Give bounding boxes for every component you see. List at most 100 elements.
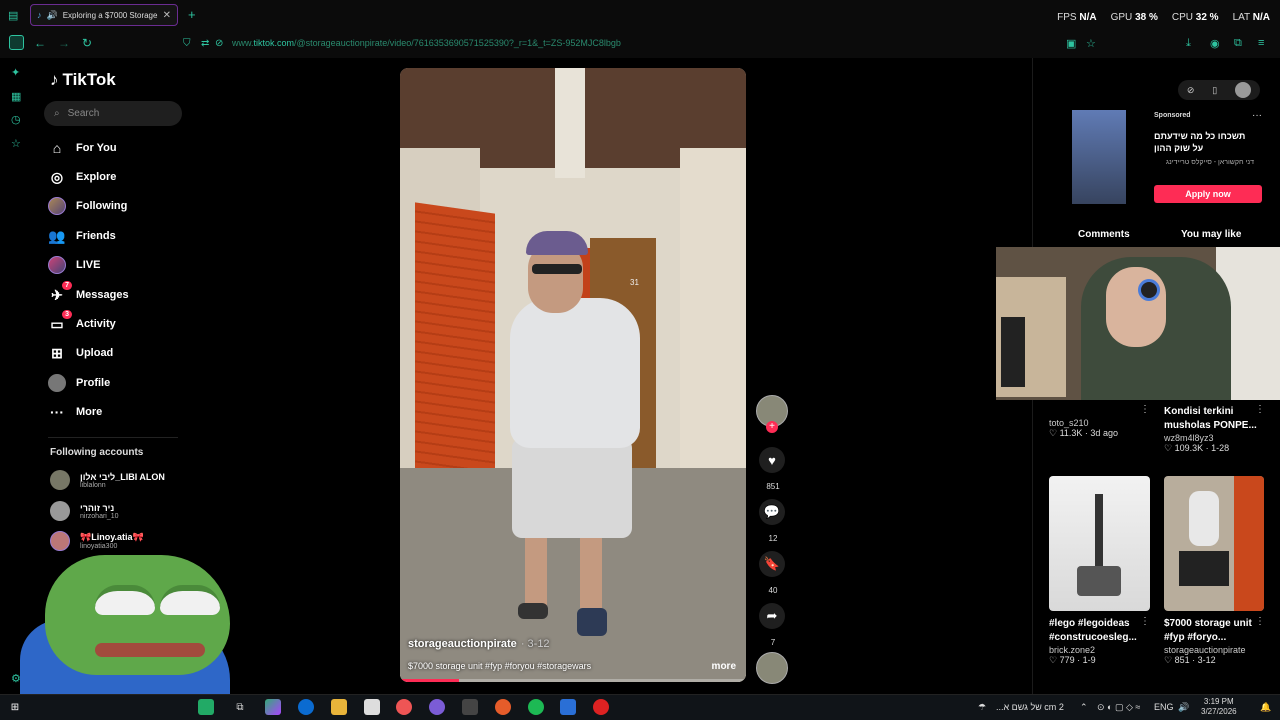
- recommended-video[interactable]: toto_s210 ♡ 11.3K · 3d ago: [1049, 418, 1118, 439]
- notifications-icon[interactable]: 🔔: [1260, 702, 1271, 713]
- sidebar-toggle-icon[interactable]: [9, 35, 24, 50]
- apply-now-button[interactable]: Apply now: [1154, 185, 1262, 203]
- following-account[interactable]: ליבי אלון_LIBI ALON liblalonn: [50, 470, 165, 490]
- rec-thumbnail: [1164, 476, 1264, 611]
- tiktok-logo[interactable]: ♪ TikTok: [50, 70, 116, 90]
- rec-menu-icon[interactable]: ⋮: [1255, 616, 1265, 627]
- get-app-icon[interactable]: ⊘: [1187, 85, 1195, 96]
- avatar: [50, 531, 70, 551]
- reload-icon[interactable]: ↻: [82, 36, 92, 50]
- cpu-readout: CPU 32 %: [1171, 12, 1219, 23]
- recommended-video[interactable]: #lego #legoideas #construcoesleg... bric…: [1049, 476, 1150, 666]
- rec-menu-icon[interactable]: ⋮: [1140, 404, 1150, 415]
- bookmark-star-icon[interactable]: ☆: [1086, 37, 1096, 50]
- spotify-icon[interactable]: [528, 699, 544, 715]
- nav-for-you[interactable]: ⌂ For You: [48, 137, 117, 159]
- user-avatar[interactable]: [1235, 82, 1252, 98]
- window-app-icon[interactable]: [560, 699, 576, 715]
- tray-icons[interactable]: ⊙ ◐ ▢ ◇ ≈: [1097, 702, 1140, 713]
- like-heart-icon[interactable]: ♥: [759, 447, 785, 473]
- weather-text[interactable]: 2 cm של גשם א...: [996, 702, 1064, 712]
- webcam-monitor: [1001, 317, 1025, 387]
- system-clock[interactable]: 3:19 PM 3/27/2026: [1201, 697, 1237, 717]
- tab-you-may-like[interactable]: You may like: [1181, 229, 1241, 240]
- following-account[interactable]: 🎀Linoy.atia🎀 linoyatia300: [50, 531, 144, 551]
- nav-explore[interactable]: ◎ Explore: [48, 166, 116, 188]
- nav-activity[interactable]: ▭ 3 Activity: [48, 310, 116, 335]
- following-account[interactable]: ניר זוהרי nirzohari_10: [50, 501, 119, 521]
- back-arrow-icon[interactable]: ←: [34, 36, 46, 50]
- nav-live[interactable]: LIVE: [48, 254, 100, 276]
- profile-avatar-icon[interactable]: ◉: [1210, 37, 1220, 50]
- rec-menu-icon[interactable]: ⋮: [1255, 404, 1265, 415]
- browser-app-icon[interactable]: [429, 699, 445, 715]
- rec-menu-icon[interactable]: ⋮: [1140, 616, 1150, 627]
- volume-icon[interactable]: 🔊: [1178, 702, 1189, 713]
- search-input[interactable]: ⌕ Search: [44, 101, 182, 126]
- active-app-icon[interactable]: [462, 699, 478, 715]
- microphone-app-icon[interactable]: [495, 699, 511, 715]
- video-author[interactable]: storageauctionpirate · 3-12: [408, 638, 550, 650]
- edge-icon[interactable]: [298, 699, 314, 715]
- ad-menu-icon[interactable]: ···: [1252, 110, 1262, 121]
- nav-following[interactable]: Following: [48, 195, 127, 217]
- man-leg-right: [580, 528, 602, 608]
- store-icon[interactable]: [364, 699, 380, 715]
- heart-icon: ♡: [1164, 443, 1175, 453]
- menu-icon[interactable]: ≡: [1258, 37, 1264, 49]
- screenshot-icon[interactable]: ▣: [1066, 37, 1076, 50]
- start-windows-icon[interactable]: ⊞: [7, 699, 23, 715]
- recommended-video[interactable]: Kondisi terkini musholas PONPE... wz8m4l…: [1164, 405, 1264, 454]
- ad-thumbnail[interactable]: [1072, 110, 1126, 204]
- url-field[interactable]: www.tiktok.com/@storageauctionpirate/vid…: [232, 38, 621, 48]
- rec-user: storageauctionpirate: [1164, 645, 1246, 655]
- audio-playing-icon[interactable]: 🔊: [47, 10, 58, 21]
- video-player[interactable]: 31 storageauctionpirate · 3-12 $7000 stor…: [400, 68, 746, 682]
- weather-icon[interactable]: ☂: [978, 702, 986, 713]
- copilot-icon[interactable]: [265, 699, 281, 715]
- tab-comments[interactable]: Comments: [1078, 229, 1130, 240]
- mobile-icon[interactable]: ▯: [1212, 85, 1217, 96]
- nav-upload[interactable]: ⊞ Upload: [48, 342, 113, 364]
- nav-friends[interactable]: 👥 Friends: [48, 225, 115, 247]
- comment-count: 12: [768, 534, 778, 543]
- notes-icon[interactable]: ▦: [11, 90, 21, 103]
- nav-profile[interactable]: Profile: [48, 372, 110, 394]
- tray-chevron-icon[interactable]: ⌃: [1080, 702, 1088, 713]
- recommended-video[interactable]: $7000 storage unit #fyp #foryo... storag…: [1164, 476, 1264, 666]
- favorites-star-icon[interactable]: ☆: [11, 137, 21, 150]
- extensions-icon[interactable]: ⧉: [1234, 37, 1242, 50]
- new-tab-button[interactable]: +: [188, 7, 196, 22]
- download-icon[interactable]: ⤓: [1186, 37, 1191, 50]
- sound-disc-icon[interactable]: [756, 652, 788, 684]
- site-settings-icon[interactable]: ⇄: [201, 38, 209, 49]
- performance-overlay: FPS N/A GPU 38 % CPU 32 % LAT N/A: [1057, 12, 1270, 23]
- browser-tab[interactable]: ♪ 🔊 Exploring a $7000 Storage ✕: [30, 4, 178, 26]
- pepe-eye-left: [95, 585, 155, 615]
- video-progress-bar[interactable]: [400, 679, 746, 682]
- follow-plus-icon[interactable]: +: [766, 421, 778, 433]
- upload-icon: ⊞: [51, 344, 63, 361]
- firefox-icon[interactable]: [396, 699, 412, 715]
- share-arrow-icon[interactable]: ➦: [759, 603, 785, 629]
- app-thumbnail-icon[interactable]: [198, 699, 214, 715]
- home-icon: ⌂: [52, 140, 62, 156]
- history-icon[interactable]: ◷: [11, 113, 21, 126]
- red-app-icon[interactable]: [593, 699, 609, 715]
- shield-icon[interactable]: ⛉: [183, 38, 191, 49]
- nav-more[interactable]: ··· More: [48, 401, 102, 423]
- webcam-face: [1106, 267, 1166, 347]
- nav-messages[interactable]: ✈ 7 Messages: [48, 281, 129, 306]
- forward-arrow-icon[interactable]: →: [58, 36, 70, 50]
- bookmark-icon[interactable]: 🔖: [759, 551, 785, 577]
- file-explorer-icon[interactable]: [331, 699, 347, 715]
- comment-bubble-icon[interactable]: 💬: [759, 499, 785, 525]
- task-view-icon[interactable]: ⧉: [232, 699, 248, 715]
- language-indicator[interactable]: ENG: [1154, 702, 1174, 712]
- tab-close-icon[interactable]: ✕: [163, 10, 171, 21]
- caption-more-button[interactable]: more: [712, 661, 736, 672]
- ai-sparkle-icon[interactable]: ✦: [11, 66, 20, 79]
- workspaces-icon[interactable]: ▤: [8, 9, 18, 22]
- tracking-blocked-icon[interactable]: ⊘: [215, 38, 223, 49]
- ad-title: תשכחו כל מה שידעתם על שוק ההון: [1154, 131, 1246, 153]
